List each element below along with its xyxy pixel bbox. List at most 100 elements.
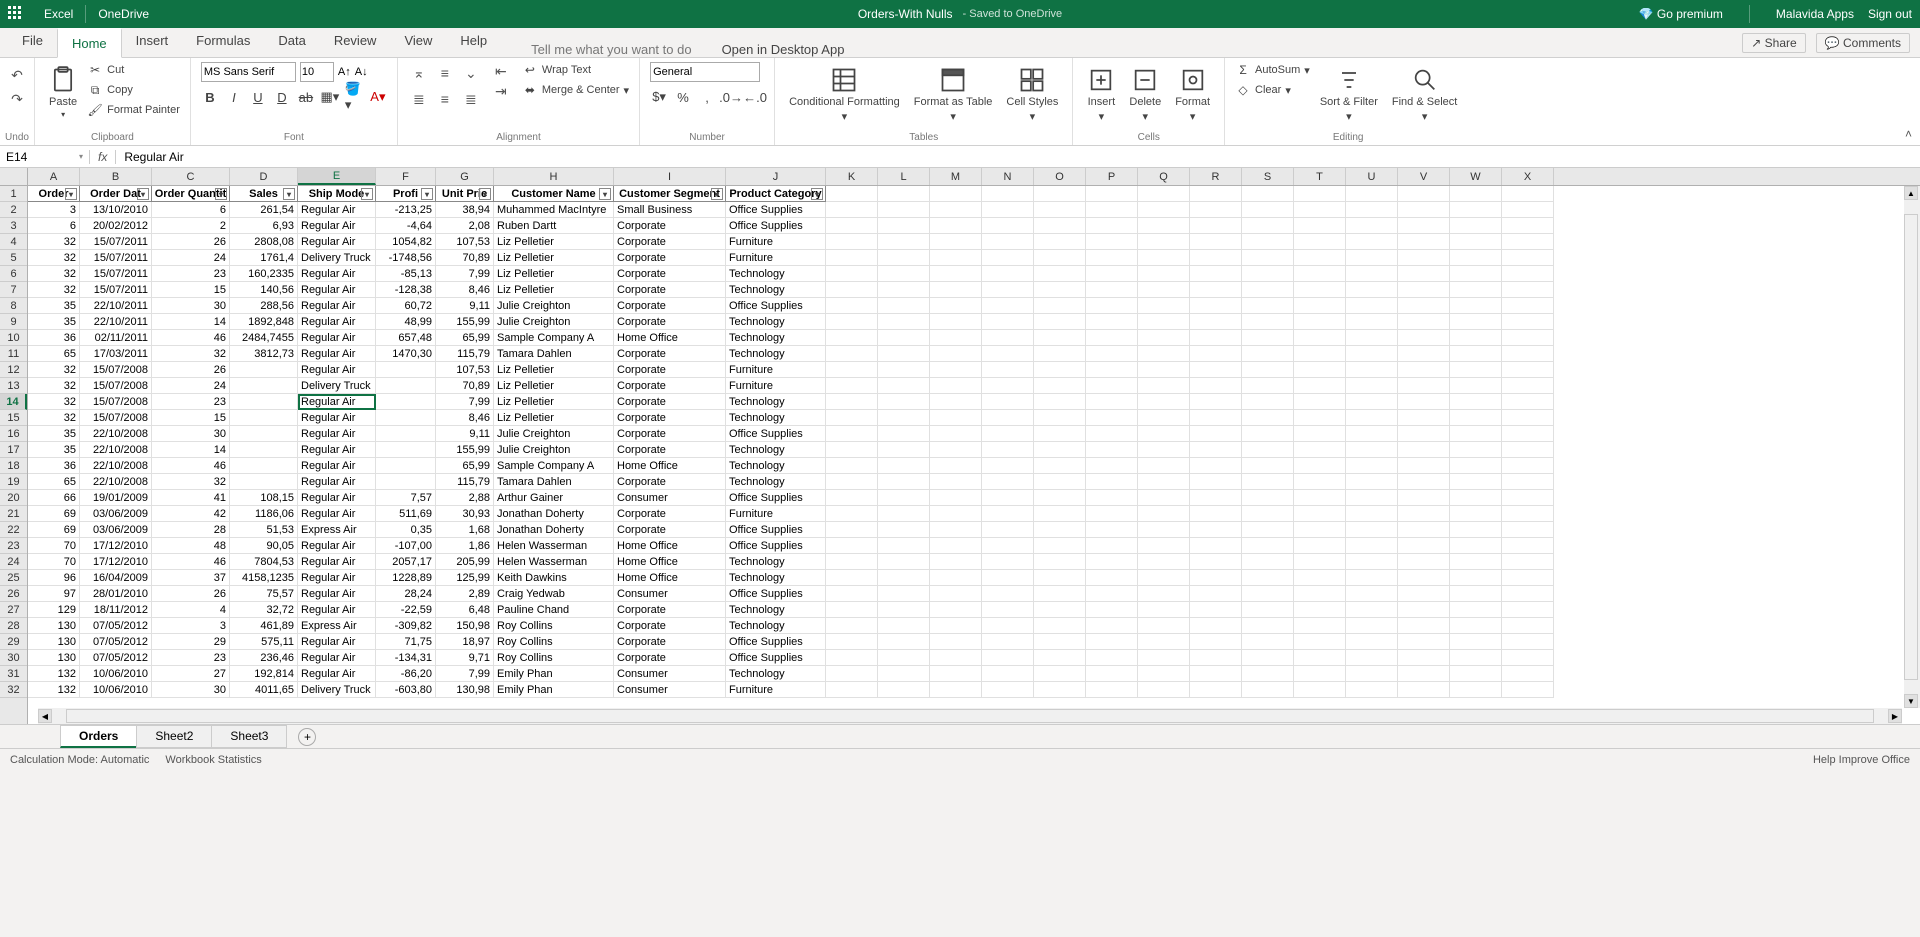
- cell-W11[interactable]: [1450, 346, 1502, 362]
- cell-L24[interactable]: [878, 554, 930, 570]
- cell-X8[interactable]: [1502, 298, 1554, 314]
- cell-V6[interactable]: [1398, 266, 1450, 282]
- workbook-stats-button[interactable]: Workbook Statistics: [165, 754, 261, 766]
- cell-A28[interactable]: 130: [28, 618, 80, 634]
- row-header-20[interactable]: 20: [0, 490, 27, 506]
- row-header-11[interactable]: 11: [0, 346, 27, 362]
- cell-E24[interactable]: Regular Air: [298, 554, 376, 570]
- cell-O17[interactable]: [1034, 442, 1086, 458]
- cell-D26[interactable]: 75,57: [230, 586, 298, 602]
- cell-D20[interactable]: 108,15: [230, 490, 298, 506]
- comments-button[interactable]: 💬 Comments: [1816, 33, 1910, 53]
- cell-C19[interactable]: 32: [152, 474, 230, 490]
- scroll-down-icon[interactable]: ▼: [1904, 694, 1918, 708]
- cell-L31[interactable]: [878, 666, 930, 682]
- cell-I26[interactable]: Consumer: [614, 586, 726, 602]
- paste-button[interactable]: Paste▾: [45, 62, 81, 123]
- cell-T22[interactable]: [1294, 522, 1346, 538]
- cell-E20[interactable]: Regular Air: [298, 490, 376, 506]
- cell-M5[interactable]: [930, 250, 982, 266]
- cell-Q21[interactable]: [1138, 506, 1190, 522]
- cell-C16[interactable]: 30: [152, 426, 230, 442]
- cell-L5[interactable]: [878, 250, 930, 266]
- cell-N30[interactable]: [982, 650, 1034, 666]
- cell-Q27[interactable]: [1138, 602, 1190, 618]
- cell-J2[interactable]: Office Supplies: [726, 202, 826, 218]
- cell-S14[interactable]: [1242, 394, 1294, 410]
- cell-A18[interactable]: 36: [28, 458, 80, 474]
- cell-R4[interactable]: [1190, 234, 1242, 250]
- row-header-14[interactable]: 14: [0, 394, 27, 410]
- cell-H1[interactable]: Customer Name▾: [494, 186, 614, 202]
- cell-T3[interactable]: [1294, 218, 1346, 234]
- cell-L8[interactable]: [878, 298, 930, 314]
- cell-M6[interactable]: [930, 266, 982, 282]
- col-header-L[interactable]: L: [878, 168, 930, 185]
- cell-A2[interactable]: 3: [28, 202, 80, 218]
- cell-X7[interactable]: [1502, 282, 1554, 298]
- cell-W22[interactable]: [1450, 522, 1502, 538]
- cell-T10[interactable]: [1294, 330, 1346, 346]
- row-header-29[interactable]: 29: [0, 634, 27, 650]
- cell-V26[interactable]: [1398, 586, 1450, 602]
- cell-M31[interactable]: [930, 666, 982, 682]
- cell-A29[interactable]: 130: [28, 634, 80, 650]
- cell-G4[interactable]: 107,53: [436, 234, 494, 250]
- col-header-T[interactable]: T: [1294, 168, 1346, 185]
- cell-I11[interactable]: Corporate: [614, 346, 726, 362]
- cell-P16[interactable]: [1086, 426, 1138, 442]
- cell-K6[interactable]: [826, 266, 878, 282]
- cell-X23[interactable]: [1502, 538, 1554, 554]
- cell-J3[interactable]: Office Supplies: [726, 218, 826, 234]
- cell-H13[interactable]: Liz Pelletier: [494, 378, 614, 394]
- cell-M13[interactable]: [930, 378, 982, 394]
- cell-H21[interactable]: Jonathan Doherty: [494, 506, 614, 522]
- cell-C30[interactable]: 23: [152, 650, 230, 666]
- cell-V7[interactable]: [1398, 282, 1450, 298]
- cell-F25[interactable]: 1228,89: [376, 570, 436, 586]
- cell-O10[interactable]: [1034, 330, 1086, 346]
- cell-B32[interactable]: 10/06/2010: [80, 682, 152, 698]
- cell-H20[interactable]: Arthur Gainer: [494, 490, 614, 506]
- cell-U26[interactable]: [1346, 586, 1398, 602]
- cell-Q18[interactable]: [1138, 458, 1190, 474]
- cell-A10[interactable]: 36: [28, 330, 80, 346]
- cell-X30[interactable]: [1502, 650, 1554, 666]
- cell-T7[interactable]: [1294, 282, 1346, 298]
- cell-R27[interactable]: [1190, 602, 1242, 618]
- cell-X1[interactable]: [1502, 186, 1554, 202]
- tab-review[interactable]: Review: [320, 27, 391, 57]
- percent-icon[interactable]: %: [674, 88, 692, 106]
- cell-Q12[interactable]: [1138, 362, 1190, 378]
- cell-N9[interactable]: [982, 314, 1034, 330]
- cell-S32[interactable]: [1242, 682, 1294, 698]
- cell-D6[interactable]: 160,2335: [230, 266, 298, 282]
- filter-dropdown-icon[interactable]: ▾: [137, 188, 149, 200]
- cell-B29[interactable]: 07/05/2012: [80, 634, 152, 650]
- cell-S8[interactable]: [1242, 298, 1294, 314]
- cell-Q24[interactable]: [1138, 554, 1190, 570]
- col-header-E[interactable]: E: [298, 168, 376, 185]
- cell-C4[interactable]: 26: [152, 234, 230, 250]
- cell-I3[interactable]: Corporate: [614, 218, 726, 234]
- decrease-indent-icon[interactable]: ⇤: [492, 62, 510, 80]
- cell-K11[interactable]: [826, 346, 878, 362]
- cell-C27[interactable]: 4: [152, 602, 230, 618]
- cell-M27[interactable]: [930, 602, 982, 618]
- cell-T29[interactable]: [1294, 634, 1346, 650]
- cell-O28[interactable]: [1034, 618, 1086, 634]
- cell-P22[interactable]: [1086, 522, 1138, 538]
- row-header-23[interactable]: 23: [0, 538, 27, 554]
- cell-G25[interactable]: 125,99: [436, 570, 494, 586]
- cell-F8[interactable]: 60,72: [376, 298, 436, 314]
- cell-I24[interactable]: Home Office: [614, 554, 726, 570]
- cell-F22[interactable]: 0,35: [376, 522, 436, 538]
- cell-M17[interactable]: [930, 442, 982, 458]
- row-header-19[interactable]: 19: [0, 474, 27, 490]
- cell-G21[interactable]: 30,93: [436, 506, 494, 522]
- cell-D21[interactable]: 1186,06: [230, 506, 298, 522]
- cell-F21[interactable]: 511,69: [376, 506, 436, 522]
- cell-P5[interactable]: [1086, 250, 1138, 266]
- cell-L30[interactable]: [878, 650, 930, 666]
- cell-L9[interactable]: [878, 314, 930, 330]
